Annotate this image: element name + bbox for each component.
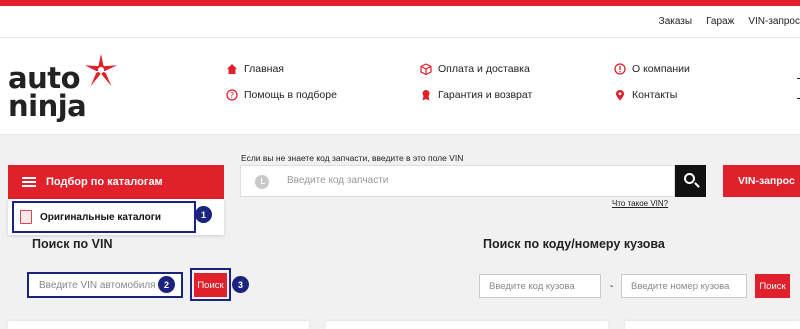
body-number-input[interactable]: Введите номер кузова	[621, 274, 747, 298]
nav-warranty[interactable]: Гарантия и возврат	[420, 89, 532, 101]
vin-request-button[interactable]: VIN-запрос	[723, 165, 800, 197]
top-accent-bar	[0, 0, 800, 6]
history-icon[interactable]	[255, 175, 269, 189]
logo-text-auto: auto	[8, 61, 81, 95]
box-icon	[420, 63, 432, 75]
step-badge: 2	[158, 276, 175, 293]
original-catalogs-item[interactable]: Оригинальные каталоги	[12, 201, 196, 233]
search-button[interactable]	[675, 165, 706, 197]
catalog-dropdown: Оригинальные каталоги	[8, 199, 224, 235]
vin-search-button[interactable]: Поиск	[194, 273, 227, 297]
info-icon	[614, 63, 626, 75]
body-code-input[interactable]: Введите код кузова	[479, 274, 601, 298]
site-header: auto ninja Главная ? Помощь в подборе Оп…	[0, 38, 800, 135]
nav-warranty-label: Гарантия и возврат	[438, 89, 533, 101]
card	[326, 321, 608, 329]
what-is-vin-link[interactable]: Что такое VIN?	[612, 199, 668, 208]
body-search-button[interactable]: Поиск	[755, 274, 790, 298]
nav-contacts[interactable]: Контакты	[614, 89, 677, 101]
nav-about[interactable]: О компании	[614, 63, 690, 75]
catalog-button[interactable]: Подбор по каталогам	[8, 165, 224, 199]
question-icon: ?	[226, 89, 238, 101]
original-catalogs-label: Оригинальные каталоги	[40, 211, 162, 223]
vin-hint: Если вы не знаете код запчасти, введите …	[241, 153, 464, 163]
step-badge: 1	[195, 206, 212, 223]
logo-text-ninja: ninja	[8, 89, 87, 123]
nav-home[interactable]: Главная	[226, 63, 284, 75]
nav-home-label: Главная	[244, 63, 284, 75]
nav-payment-label: Оплата и доставка	[438, 63, 530, 75]
part-search-placeholder: Введите код запчасти	[287, 175, 389, 186]
award-icon	[422, 90, 430, 101]
catalog-cards	[0, 321, 800, 329]
card	[625, 321, 800, 329]
search-icon	[684, 173, 695, 184]
nav-contacts-label: Контакты	[632, 89, 678, 101]
nav-payment[interactable]: Оплата и доставка	[420, 63, 530, 75]
catalog-book-icon	[20, 210, 32, 224]
vin-search-title: Поиск по VIN	[32, 237, 113, 251]
menu-icon	[22, 177, 36, 187]
orders-link[interactable]: Заказы	[659, 16, 692, 27]
logo[interactable]: auto ninja	[8, 53, 118, 130]
nav-help[interactable]: ? Помощь в подборе	[226, 89, 337, 101]
body-search-title: Поиск по коду/номеру кузова	[483, 237, 665, 251]
vin-request-link[interactable]: VIN-запрос	[748, 16, 800, 27]
catalog-button-label: Подбор по каталогам	[46, 176, 163, 188]
garage-link[interactable]: Гараж	[706, 16, 734, 27]
step-badge: 3	[232, 276, 249, 293]
ninja-star-icon	[84, 53, 118, 87]
part-search-input[interactable]: Введите код запчасти	[240, 165, 675, 197]
card	[8, 321, 309, 329]
utility-bar: Заказы Гараж VIN-запрос	[0, 8, 800, 38]
home-icon	[227, 64, 237, 74]
svg-text:?: ?	[230, 91, 234, 100]
separator: -	[610, 281, 614, 292]
vin-search-highlight: Поиск	[190, 268, 231, 301]
nav-about-label: О компании	[632, 63, 690, 75]
utility-links: Заказы Гараж VIN-запрос	[659, 16, 800, 27]
nav-help-label: Помощь в подборе	[244, 89, 337, 101]
location-pin-icon	[616, 90, 624, 101]
